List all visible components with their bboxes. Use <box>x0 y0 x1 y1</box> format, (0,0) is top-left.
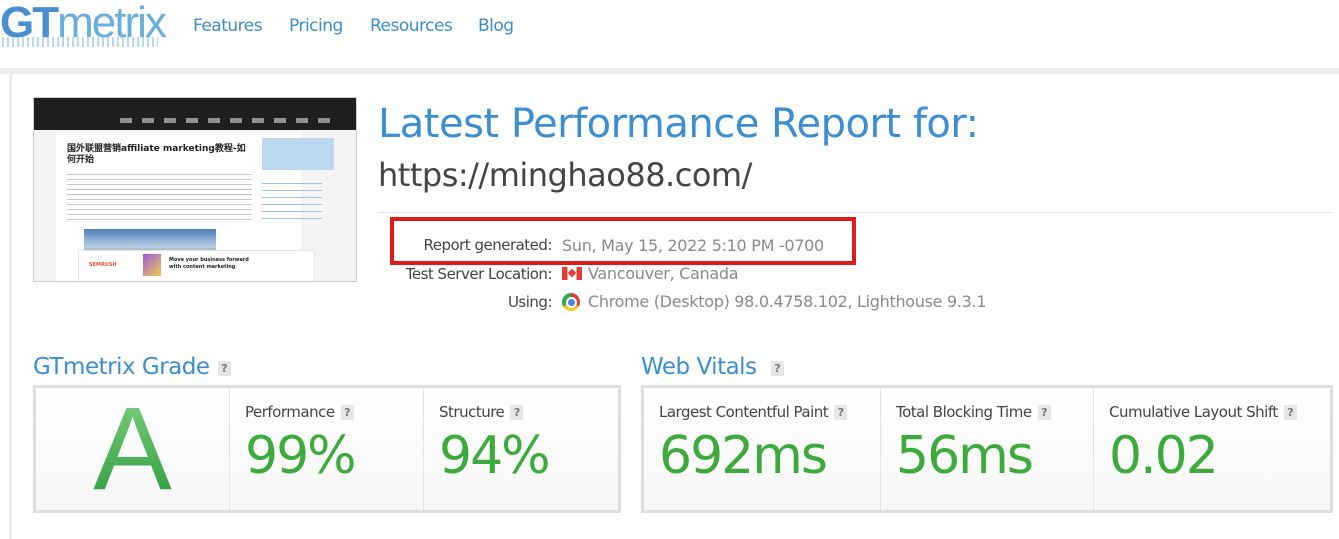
cls-cell: Cumulative Layout Shift? 0.02 <box>1093 388 1330 510</box>
nav-features[interactable]: Features <box>193 16 263 36</box>
thumb-sidebar-links <box>262 183 322 223</box>
grade-help-icon[interactable]: ? <box>218 361 231 376</box>
thumb-heading: 国外联盟营销affiliate marketing教程-如何开始 <box>67 144 246 165</box>
cls-help-icon[interactable]: ? <box>1283 405 1297 420</box>
lcp-label-text: Largest Contentful Paint <box>659 403 829 421</box>
performance-help-icon[interactable]: ? <box>340 405 354 420</box>
thumb-text-lines <box>67 174 252 224</box>
tbt-cell: Total Blocking Time? 56ms <box>880 388 1093 510</box>
lcp-value: 692ms <box>659 426 828 486</box>
content-left-rule <box>9 74 12 539</box>
structure-cell: Structure? 94% <box>423 388 618 510</box>
grade-letter: A <box>36 388 229 510</box>
structure-label: Structure? <box>439 403 524 421</box>
header-divider <box>0 68 1339 74</box>
nav-blog[interactable]: Blog <box>478 16 514 36</box>
tbt-label-text: Total Blocking Time <box>896 403 1032 421</box>
using-label: Using: <box>507 293 553 311</box>
structure-value: 94% <box>439 426 551 486</box>
heading-separator <box>378 212 1333 213</box>
thumb-ad-brand: SEMRUSH <box>89 262 117 268</box>
performance-value: 99% <box>245 426 357 486</box>
report-generated-label: Report generated: <box>423 236 552 254</box>
report-generated-value: Sun, May 15, 2022 5:10 PM -0700 <box>562 236 824 255</box>
performance-label-text: Performance <box>245 403 335 421</box>
nav-resources[interactable]: Resources <box>370 16 453 36</box>
server-location-value: Vancouver, Canada <box>588 264 739 283</box>
tbt-value: 56ms <box>896 426 1034 486</box>
vitals-help-icon[interactable]: ? <box>771 361 784 376</box>
structure-label-text: Structure <box>439 403 505 421</box>
grade-panel: A Performance? 99% Structure? 94% <box>33 385 621 513</box>
web-vitals-title: Web Vitals <box>641 354 757 380</box>
performance-cell: Performance? 99% <box>229 388 423 510</box>
tbt-help-icon[interactable]: ? <box>1037 405 1051 420</box>
using-value: Chrome (Desktop) 98.0.4758.102, Lighthou… <box>588 292 987 311</box>
cls-label: Cumulative Layout Shift? <box>1109 403 1297 421</box>
thumb-ad-banner: SEMRUSH Move your business forward with … <box>78 250 315 281</box>
lcp-help-icon[interactable]: ? <box>834 405 848 420</box>
thumb-menu <box>120 118 340 123</box>
thumb-site-header <box>34 98 356 130</box>
server-location-label: Test Server Location: <box>405 265 553 283</box>
gtmetrix-grade-title: GTmetrix Grade <box>33 354 210 380</box>
cls-value: 0.02 <box>1109 426 1219 486</box>
performance-label: Performance? <box>245 403 354 421</box>
canada-flag-icon <box>562 267 582 280</box>
cls-label-text: Cumulative Layout Shift <box>1109 403 1278 421</box>
structure-help-icon[interactable]: ? <box>510 405 524 420</box>
nav-pricing[interactable]: Pricing <box>289 16 343 36</box>
lcp-cell: Largest Contentful Paint? 692ms <box>644 388 880 510</box>
page-screenshot-thumbnail[interactable]: 国外联盟营销affiliate marketing教程-如何开始 SEMRUSH… <box>33 97 357 282</box>
thumb-ad-text: Move your business forward with content … <box>169 257 249 270</box>
thumb-sidebar-box <box>262 138 334 170</box>
report-title: Latest Performance Report for: <box>378 101 979 147</box>
tbt-label: Total Blocking Time? <box>896 403 1051 421</box>
chrome-icon <box>562 293 580 311</box>
thumb-ad-graphic <box>143 254 161 276</box>
top-navigation: GTmetrix Features Pricing Resources Blog <box>0 0 1339 70</box>
report-url[interactable]: https://minghao88.com/ <box>378 156 752 194</box>
logo-underline-decoration <box>2 37 158 47</box>
web-vitals-panel: Largest Contentful Paint? 692ms Total Bl… <box>641 385 1333 513</box>
lcp-label: Largest Contentful Paint? <box>659 403 848 421</box>
